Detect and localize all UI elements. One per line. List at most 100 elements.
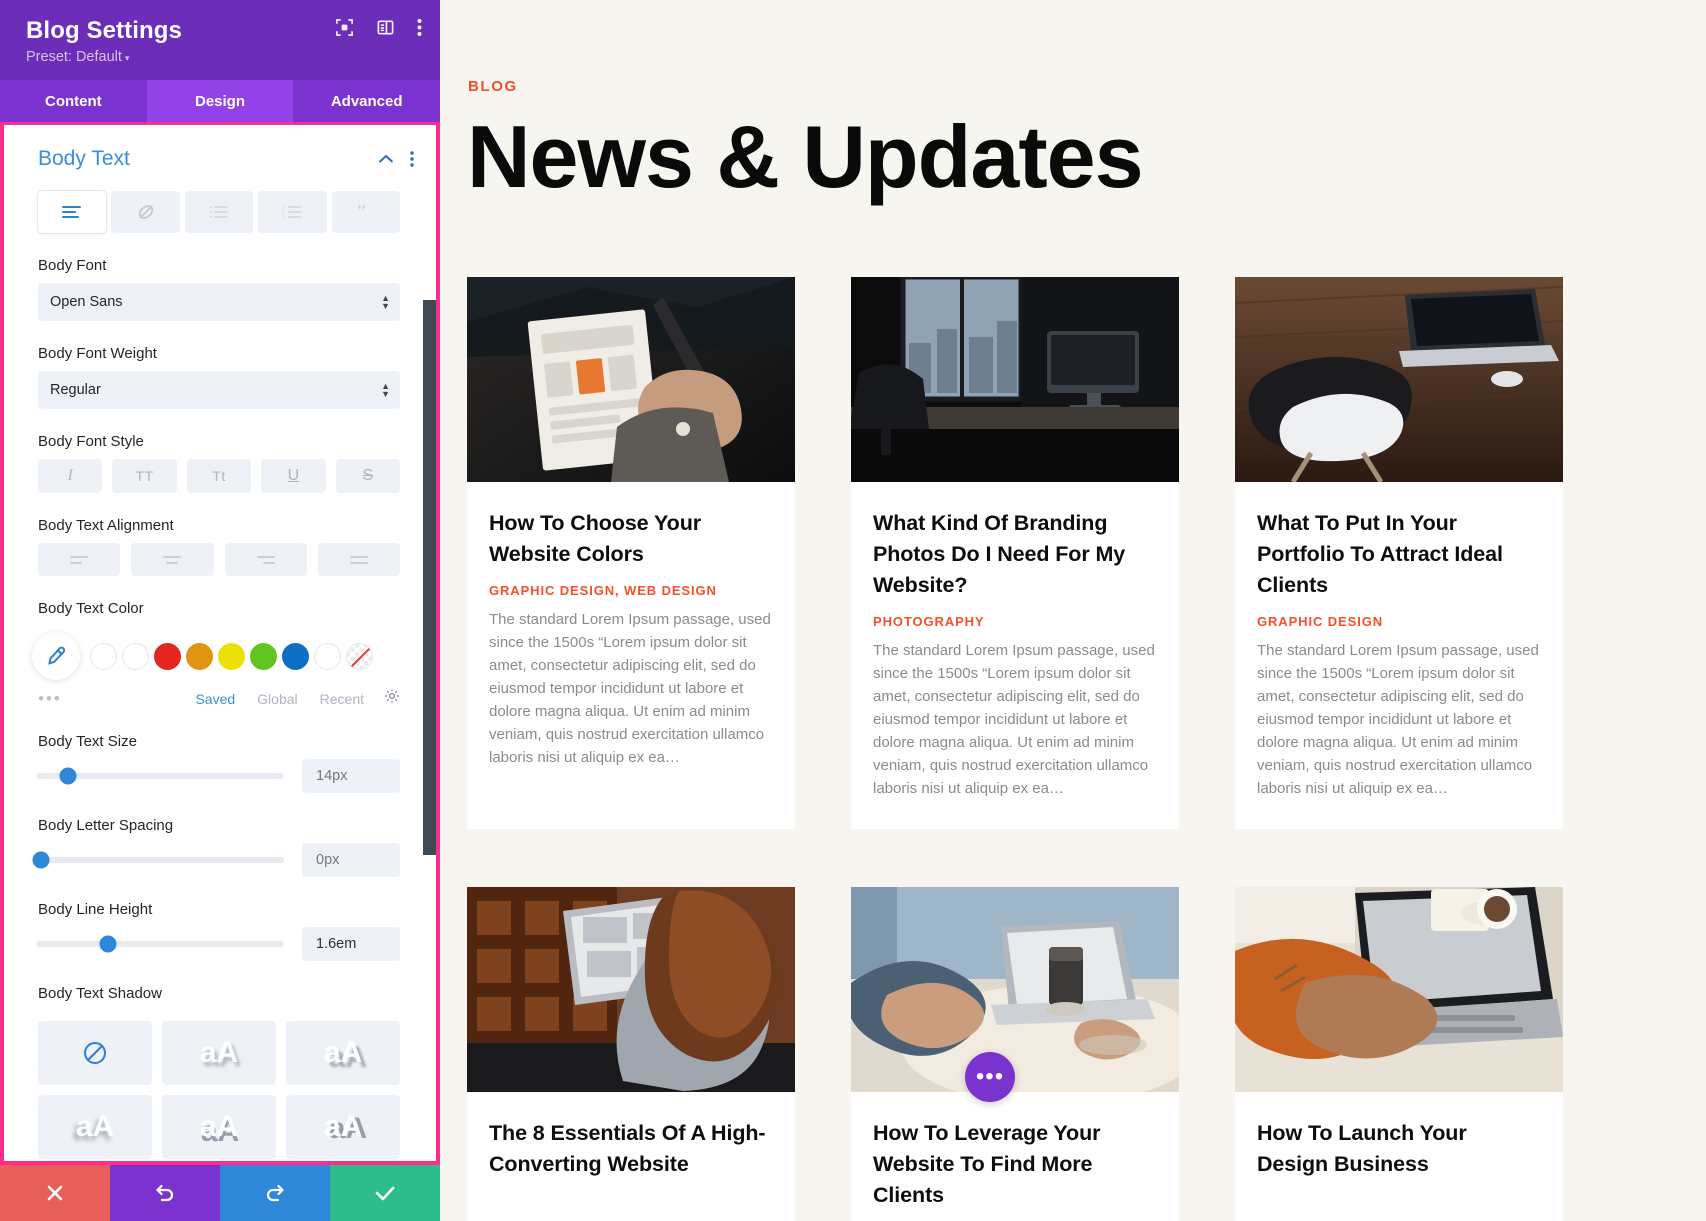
color-swatch-green[interactable] <box>250 642 277 670</box>
field-label: Body Font Weight <box>38 345 157 362</box>
post-title[interactable]: How To Launch Your Design Business <box>1257 1118 1541 1180</box>
post-title[interactable]: How To Leverage Your Website To Find Mor… <box>873 1118 1157 1211</box>
align-justify-button[interactable] <box>317 543 400 576</box>
link-text-tab[interactable] <box>111 191 180 233</box>
post-body: The 8 Essentials Of A High-Converting We… <box>467 1092 795 1208</box>
color-swatch-white-3[interactable] <box>314 642 341 670</box>
gear-icon[interactable] <box>384 688 400 709</box>
body-text-size-input[interactable]: 14px <box>302 759 400 793</box>
post-category[interactable]: PHOTOGRAPHY <box>873 614 1157 629</box>
italic-button[interactable]: I <box>38 459 103 493</box>
post-title[interactable]: What To Put In Your Portfolio To Attract… <box>1257 508 1541 601</box>
post-category[interactable]: GRAPHIC DESIGN <box>1257 614 1541 629</box>
post-excerpt: The standard Lorem Ipsum passage, used s… <box>1257 642 1539 797</box>
color-swatch-white-2[interactable] <box>122 642 149 670</box>
cancel-button[interactable] <box>0 1165 110 1221</box>
module-actions-button[interactable]: ••• <box>965 1052 1015 1102</box>
field-body-text-color: Body Text Color <box>4 600 436 617</box>
body-line-height-input[interactable]: 1.6em <box>302 927 400 961</box>
section-header-body-text[interactable]: Body Text <box>4 125 436 177</box>
body-line-height-slider[interactable] <box>36 935 284 953</box>
palette-tab-global[interactable]: Global <box>257 691 297 707</box>
slider-knob[interactable] <box>59 767 77 785</box>
eyedropper-button[interactable] <box>32 632 80 680</box>
blog-post-card[interactable]: How To Launch Your Design Business <box>1235 886 1563 1221</box>
post-body: What To Put In Your Portfolio To Attract… <box>1235 482 1563 828</box>
color-swatch-transparent[interactable] <box>346 642 373 670</box>
undo-button[interactable] <box>110 1165 220 1221</box>
ordered-list-tab[interactable]: 1 2 3 <box>258 191 327 233</box>
unordered-list-tab[interactable] <box>184 191 254 233</box>
color-swatch-white-1[interactable] <box>90 642 117 670</box>
body-font-style-options: I TT Tt U S <box>4 459 436 493</box>
field-label: Body Text Size <box>38 733 137 750</box>
strikethrough-button[interactable]: S <box>335 459 401 493</box>
panel-scrollbar[interactable] <box>423 300 436 855</box>
underline-button[interactable]: U <box>261 459 326 493</box>
slider-knob[interactable] <box>32 851 50 869</box>
save-button[interactable] <box>330 1165 440 1221</box>
kebab-menu-icon[interactable] <box>410 151 414 167</box>
layout-panel-icon[interactable] <box>376 18 395 37</box>
paragraph-text-tab[interactable] <box>38 191 107 233</box>
redo-button[interactable] <box>220 1165 330 1221</box>
focus-frame-icon[interactable] <box>335 18 354 37</box>
post-category[interactable]: GRAPHIC DESIGN, WEB DESIGN <box>489 583 773 598</box>
svg-text:3: 3 <box>282 215 285 219</box>
post-thumbnail-hands-laptop-coffee-cafe <box>851 886 1179 1092</box>
color-swatch-yellow[interactable] <box>218 642 245 670</box>
sort-updown-icon: ▲ ▼ <box>381 293 390 311</box>
preset-selector[interactable]: Preset: Default ▾ <box>26 49 418 65</box>
more-colors-dots[interactable]: ••• <box>38 689 173 709</box>
body-letter-spacing-input[interactable]: 0px <box>302 843 400 877</box>
shadow-preset-1-button[interactable]: aA <box>162 1021 276 1085</box>
shadow-sample: aA <box>199 1036 239 1069</box>
post-title[interactable]: How To Choose Your Website Colors <box>489 508 773 570</box>
shadow-none-button[interactable] <box>38 1021 152 1085</box>
blog-post-card[interactable]: The 8 Essentials Of A High-Converting We… <box>467 886 795 1221</box>
align-center-button[interactable] <box>131 543 214 576</box>
shadow-preset-4-button[interactable]: aA <box>162 1095 276 1159</box>
blog-post-card[interactable]: How To Leverage Your Website To Find Mor… <box>851 886 1179 1221</box>
kebab-menu-icon[interactable] <box>417 18 422 37</box>
tab-design[interactable]: Design <box>146 80 294 122</box>
palette-tab-saved[interactable]: Saved <box>195 691 235 707</box>
color-swatch-orange[interactable] <box>186 642 213 670</box>
color-swatch-red[interactable] <box>154 642 181 670</box>
blog-post-card[interactable]: What Kind Of Branding Photos Do I Need F… <box>851 277 1179 829</box>
align-right-button[interactable] <box>224 543 307 576</box>
blog-post-card[interactable]: What To Put In Your Portfolio To Attract… <box>1235 277 1563 829</box>
sort-updown-icon: ▲ ▼ <box>381 381 390 399</box>
body-font-select[interactable]: Open Sans ▲ ▼ <box>38 283 400 321</box>
shadow-preset-3-button[interactable]: aA <box>38 1095 152 1159</box>
field-body-letter-spacing: Body Letter Spacing <box>4 817 436 834</box>
field-label: Body Letter Spacing <box>38 817 174 834</box>
body-letter-spacing-slider[interactable] <box>32 851 284 869</box>
tab-advanced[interactable]: Advanced <box>293 80 441 122</box>
chevron-down-icon: ▾ <box>124 53 130 63</box>
blog-post-card[interactable]: How To Choose Your Website Colors GRAPHI… <box>467 277 795 829</box>
body-text-size-slider[interactable] <box>36 767 284 785</box>
chevron-up-icon[interactable] <box>378 151 394 168</box>
tab-content[interactable]: Content <box>0 80 147 122</box>
palette-tab-recent[interactable]: Recent <box>320 691 364 707</box>
select-value: Regular <box>50 382 101 398</box>
color-swatch-row <box>4 626 436 680</box>
blockquote-tab[interactable]: ” <box>331 191 401 233</box>
body-font-weight-select[interactable]: Regular ▲ ▼ <box>38 371 400 409</box>
uppercase-button[interactable]: TT <box>112 459 177 493</box>
post-title[interactable]: The 8 Essentials Of A High-Converting We… <box>489 1118 773 1180</box>
small-caps-button[interactable]: Tt <box>186 459 252 493</box>
slider-knob[interactable] <box>99 935 117 953</box>
post-title[interactable]: What Kind Of Branding Photos Do I Need F… <box>873 508 1157 601</box>
color-swatch-blue[interactable] <box>282 642 309 670</box>
shadow-preset-2-button[interactable]: aA <box>286 1021 400 1085</box>
field-body-font-weight: Body Font Weight Regular ▲ ▼ <box>4 345 436 409</box>
panel-tabs: Content Design Advanced <box>0 80 441 122</box>
blog-preview-canvas: BLOG News & Updates How To Choose Your W… <box>440 0 1706 1221</box>
body-line-height-control: 1.6em <box>4 927 436 961</box>
post-thumbnail-laptop-on-wooden-desk-with-chair <box>1235 277 1563 483</box>
select-value: Open Sans <box>50 294 123 310</box>
shadow-preset-5-button[interactable]: aA <box>286 1095 400 1159</box>
align-left-button[interactable] <box>38 543 121 576</box>
